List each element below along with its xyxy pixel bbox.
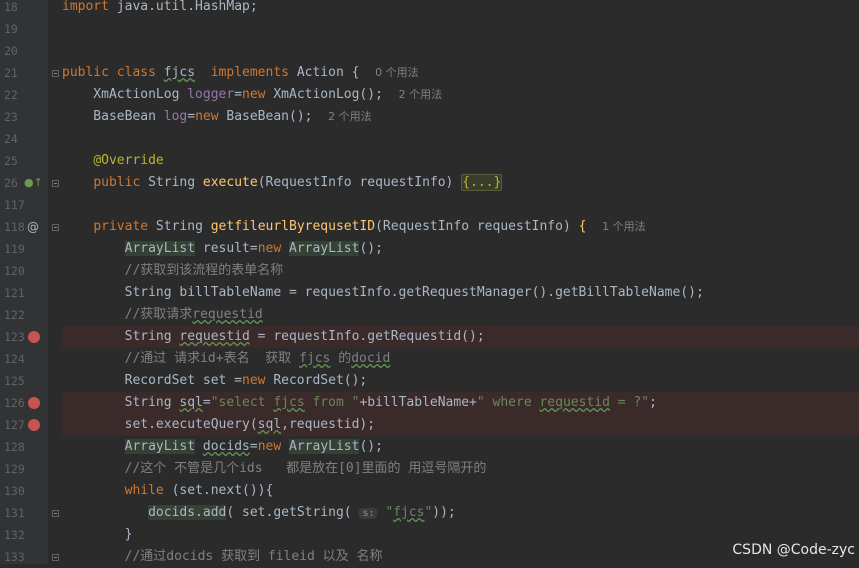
- line-number-label: 129: [4, 462, 25, 476]
- code-line[interactable]: docids.add( set.getString( s: "fjcs"));: [62, 502, 859, 524]
- code-line[interactable]: [62, 194, 859, 216]
- fold-column: [48, 0, 62, 564]
- line-number[interactable]: 18: [0, 0, 48, 18]
- line-number-label: 18: [4, 0, 18, 14]
- line-number-label: 121: [4, 286, 25, 300]
- code-line[interactable]: set.executeQuery(sql,requestid);: [62, 414, 859, 436]
- line-number[interactable]: 132: [0, 524, 48, 546]
- line-number[interactable]: 128: [0, 436, 48, 458]
- code-line[interactable]: //获取请求requestid: [62, 304, 859, 326]
- code-line[interactable]: @Override: [62, 150, 859, 172]
- line-number[interactable]: 117: [0, 194, 48, 216]
- line-number-label: 122: [4, 308, 25, 322]
- line-number-label: 127: [4, 418, 25, 432]
- line-number[interactable]: 22: [0, 84, 48, 106]
- line-number[interactable]: 120: [0, 260, 48, 282]
- line-number[interactable]: 126: [0, 392, 48, 414]
- code-line[interactable]: while (set.next()){: [62, 480, 859, 502]
- line-number-label: 133: [4, 550, 25, 564]
- line-number-label: 22: [4, 88, 18, 102]
- line-number-label: 23: [4, 110, 18, 124]
- code-line[interactable]: [62, 128, 859, 150]
- line-number[interactable]: 127: [0, 414, 48, 436]
- fold-toggle-icon[interactable]: [52, 180, 59, 187]
- line-number-label: 26: [4, 176, 18, 190]
- code-line[interactable]: String billTableName = requestInfo.getRe…: [62, 282, 859, 304]
- line-number-label: 132: [4, 528, 25, 542]
- line-number[interactable]: 133: [0, 546, 48, 568]
- line-number-label: 120: [4, 264, 25, 278]
- line-number[interactable]: 19: [0, 18, 48, 40]
- code-line[interactable]: XmActionLog logger=new XmActionLog(); 2 …: [62, 84, 859, 106]
- line-number-gutter: 18 19 20 21 22 23 24 25 26 ●↑ 117 118 @119 120 121 122 1…: [0, 0, 48, 564]
- annotation-marker-icon[interactable]: @: [27, 216, 39, 238]
- code-line[interactable]: String requestid = requestInfo.getReques…: [62, 326, 859, 348]
- fold-toggle-icon[interactable]: [52, 510, 59, 517]
- fold-toggle-icon[interactable]: [52, 224, 59, 231]
- code-line[interactable]: [62, 18, 859, 40]
- line-number[interactable]: 123: [0, 326, 48, 348]
- code-line[interactable]: RecordSet set =new RecordSet();: [62, 370, 859, 392]
- code-line[interactable]: [62, 40, 859, 62]
- line-number[interactable]: 20: [0, 40, 48, 62]
- line-number[interactable]: 131: [0, 502, 48, 524]
- line-number-label: 117: [4, 198, 25, 212]
- line-number-label: 126: [4, 396, 25, 410]
- line-number-label: 123: [4, 330, 25, 344]
- line-number-label: 24: [4, 132, 18, 146]
- code-line[interactable]: import java.util.HashMap;: [62, 0, 859, 18]
- line-number[interactable]: 21: [0, 62, 48, 84]
- line-number[interactable]: 124: [0, 348, 48, 370]
- line-number-label: 131: [4, 506, 25, 520]
- line-number-label: 25: [4, 154, 18, 168]
- line-number[interactable]: 129: [0, 458, 48, 480]
- breakpoint-icon[interactable]: [28, 331, 40, 343]
- line-number[interactable]: 130: [0, 480, 48, 502]
- line-number-label: 19: [4, 22, 18, 36]
- line-number-label: 119: [4, 242, 25, 256]
- code-editor[interactable]: import java.util.HashMap; public class fj…: [62, 0, 859, 564]
- breakpoint-icon[interactable]: [28, 397, 40, 409]
- line-number[interactable]: 23: [0, 106, 48, 128]
- line-number[interactable]: 122: [0, 304, 48, 326]
- line-number-label: 124: [4, 352, 25, 366]
- line-number-label: 125: [4, 374, 25, 388]
- code-line[interactable]: //通过 请求id+表名 获取 fjcs 的docid: [62, 348, 859, 370]
- breakpoint-icon[interactable]: [28, 419, 40, 431]
- override-marker-icon[interactable]: ●↑: [24, 172, 43, 194]
- line-number[interactable]: 125: [0, 370, 48, 392]
- code-line[interactable]: ArrayList docids=new ArrayList();: [62, 436, 859, 458]
- code-line[interactable]: BaseBean log=new BaseBean(); 2 个用法: [62, 106, 859, 128]
- line-number-label: 20: [4, 44, 18, 58]
- line-number[interactable]: 121: [0, 282, 48, 304]
- code-line[interactable]: ArrayList result=new ArrayList();: [62, 238, 859, 260]
- line-number-label: 21: [4, 66, 18, 80]
- code-line[interactable]: //获取到该流程的表单名称: [62, 260, 859, 282]
- line-number[interactable]: 119: [0, 238, 48, 260]
- csdn-watermark: CSDN @Code-zyc: [732, 542, 855, 558]
- code-line[interactable]: //这个 不管是几个ids 都是放在[0]里面的 用逗号隔开的: [62, 458, 859, 480]
- line-number[interactable]: 25: [0, 150, 48, 172]
- line-number-label: 130: [4, 484, 25, 498]
- fold-toggle-icon[interactable]: [52, 554, 59, 561]
- line-number[interactable]: 24: [0, 128, 48, 150]
- line-number-label: 118: [4, 220, 25, 234]
- fold-toggle-icon[interactable]: [52, 70, 59, 77]
- code-line[interactable]: private String getfileurlByrequsetID(Req…: [62, 216, 859, 238]
- code-line[interactable]: public String execute(RequestInfo reques…: [62, 172, 859, 194]
- line-number[interactable]: 26 ●↑: [0, 172, 48, 194]
- code-line[interactable]: public class fjcs implements Action { 0 …: [62, 62, 859, 84]
- line-number[interactable]: 118 @: [0, 216, 48, 238]
- line-number-label: 128: [4, 440, 25, 454]
- code-line[interactable]: String sql="select fjcs from "+billTable…: [62, 392, 859, 414]
